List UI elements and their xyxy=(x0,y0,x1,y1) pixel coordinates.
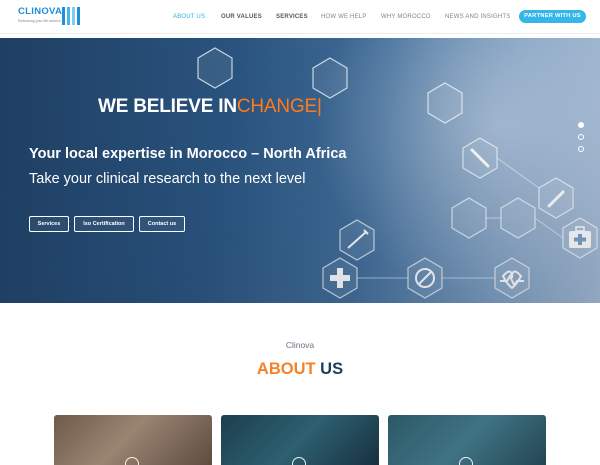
logo-name: CLINOVA xyxy=(18,6,63,17)
contact-us-button[interactable]: Contact us xyxy=(139,216,185,232)
services-button[interactable]: Services xyxy=(29,216,69,232)
hero-subtitle-secondary: Take your clinical research to the next … xyxy=(29,171,306,187)
nav-services[interactable]: SERVICES xyxy=(276,0,308,34)
slider-dot-2[interactable] xyxy=(578,134,584,140)
card-icon xyxy=(459,457,473,465)
hero-headline-accent: CHANGE| xyxy=(236,96,322,117)
about-card-2[interactable] xyxy=(221,415,379,465)
nav-about-us[interactable]: ABOUT US xyxy=(173,0,205,34)
about-title: ABOUT US xyxy=(0,360,600,379)
slider-dot-1[interactable] xyxy=(578,122,584,128)
logo-tagline: Embracing your life science xyxy=(18,19,61,23)
hero-subtitle-primary: Your local expertise in Morocco – North … xyxy=(29,146,347,162)
hero-headline-prefix: WE BELIEVE IN xyxy=(98,96,237,117)
slider-dot-3[interactable] xyxy=(578,146,584,152)
about-card-3[interactable] xyxy=(388,415,546,465)
about-card-1[interactable] xyxy=(54,415,212,465)
nav-news-and-insights[interactable]: NEWS AND INSIGHTS xyxy=(445,0,510,34)
about-kicker: Clinova xyxy=(285,340,315,350)
logo-bars-icon xyxy=(62,7,80,25)
card-icon xyxy=(292,457,306,465)
nav-our-values[interactable]: OUR VALUES xyxy=(221,0,262,34)
clinova-logo[interactable]: CLINOVA Embracing your life science xyxy=(18,6,80,28)
site-header: CLINOVA Embracing your life science ABOU… xyxy=(0,0,600,34)
card-icon xyxy=(125,457,139,465)
hero-headline: WE BELIEVE INCHANGE| xyxy=(98,96,322,118)
about-title-accent: ABOUT xyxy=(256,360,316,378)
partner-with-us-button[interactable]: PARTNER WITH US xyxy=(519,10,586,23)
nav-why-morocco[interactable]: WHY MOROCCO xyxy=(381,0,431,34)
hero-banner: WE BELIEVE INCHANGE| Your local expertis… xyxy=(0,38,600,303)
nav-how-we-help[interactable]: HOW WE HELP xyxy=(321,0,367,34)
about-title-rest: US xyxy=(315,360,344,378)
iso-certification-button[interactable]: Iso Certification xyxy=(74,216,134,232)
